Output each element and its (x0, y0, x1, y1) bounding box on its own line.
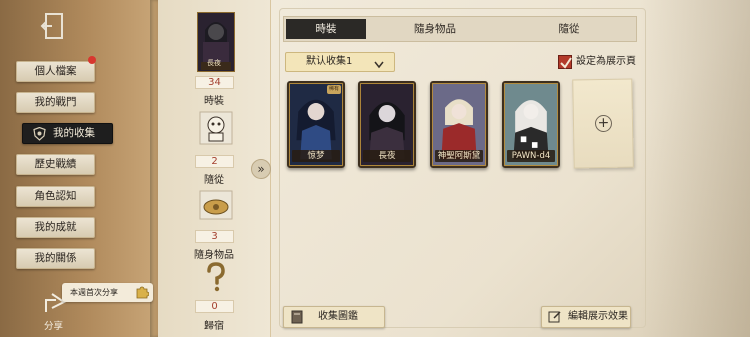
home-label: 歸宿 (204, 321, 224, 332)
follower-count: 2 (195, 155, 234, 168)
sidebar-item-relations[interactable]: 我的關係 (16, 248, 95, 269)
notification-dot (88, 56, 96, 64)
checkbox-checked-icon (558, 55, 572, 69)
category-tabs: 時裝 隨身物品 隨從 (283, 16, 637, 42)
share-tip-text: 本週首次分享 (70, 288, 118, 297)
sidebar-item-profile[interactable]: 個人檔案 (16, 61, 95, 82)
sidebar-item-collection[interactable]: 我的收集 (22, 123, 113, 144)
set-as-display-label: 設定為展示頁 (576, 56, 636, 67)
set-as-display-checkbox[interactable]: 設定為展示頁 (556, 53, 638, 71)
sidebar-item-label: 我的收集 (53, 127, 95, 139)
collection-album-button[interactable]: 收集圖鑑 (283, 306, 385, 328)
costume-card[interactable]: 神聖阿斯黛 (430, 81, 488, 168)
costume-card[interactable]: 長夜 (358, 81, 416, 168)
featured-costume-name: 長夜 (207, 59, 221, 67)
right-shade (640, 0, 750, 337)
costume-label: 時裝 (204, 96, 224, 107)
collection-set-value: 默认收集1 (306, 56, 353, 67)
chevron-down-icon (374, 58, 384, 69)
costume-name: 神聖阿斯黛 (435, 150, 483, 162)
collection-set-dropdown[interactable]: 默认收集1 (285, 52, 395, 72)
follower-icon (196, 108, 236, 148)
tab-costumes[interactable]: 時裝 (286, 19, 366, 39)
puzzle-icon (135, 285, 150, 299)
sidebar-item-label: 我的關係 (34, 252, 77, 264)
accessory-label: 隨身物品 (194, 250, 234, 261)
accessory-count: 3 (195, 230, 234, 243)
tab-accessories[interactable]: 隨身物品 (368, 17, 502, 41)
costume-name: 惊梦 (292, 150, 340, 162)
collection-album-label: 收集圖鑑 (318, 311, 358, 322)
edit-display-button[interactable]: 編輯展示效果 (541, 306, 631, 328)
sidebar-item-history[interactable]: 歷史戰績 (16, 154, 95, 175)
sidebar-item-characters[interactable]: 角色認知 (16, 186, 95, 207)
sidebar-item-battles[interactable]: 我的戰門 (16, 92, 95, 113)
rarity-badge: 稀有 (327, 85, 341, 94)
share-label[interactable]: 分享 (44, 318, 63, 332)
sidebar-item-label: 個人檔案 (34, 65, 77, 77)
exit-icon[interactable] (38, 10, 68, 42)
add-costume-slot[interactable]: + (572, 78, 634, 169)
costume-name: 長夜 (363, 150, 411, 162)
plus-icon: + (594, 114, 613, 133)
book-icon (290, 310, 304, 324)
sidebar-item-label: 歷史戰績 (34, 158, 77, 170)
home-count: 0 (195, 300, 234, 313)
tab-followers[interactable]: 隨從 (502, 17, 636, 41)
costume-name: PAWN-d4 (507, 150, 555, 162)
costume-card[interactable]: PAWN-d4 (502, 81, 560, 168)
question-icon (203, 262, 229, 292)
costume-card[interactable]: 稀有 惊梦 (287, 81, 345, 168)
expand-arrow-button[interactable]: » (251, 159, 271, 179)
accessory-icon (196, 185, 236, 225)
sidebar-item-label: 我的戰門 (34, 96, 77, 108)
edit-display-label: 編輯展示效果 (568, 311, 628, 322)
double-chevron-right-icon: » (257, 162, 265, 176)
sidebar-item-achievements[interactable]: 我的成就 (16, 217, 95, 238)
share-reward-tip: 本週首次分享 (62, 283, 153, 302)
costume-count: 34 (195, 76, 234, 89)
sidebar-item-label: 我的成就 (34, 221, 77, 233)
sidebar-item-label: 角色認知 (34, 190, 77, 202)
shield-icon (33, 126, 46, 141)
edit-icon (548, 310, 562, 324)
